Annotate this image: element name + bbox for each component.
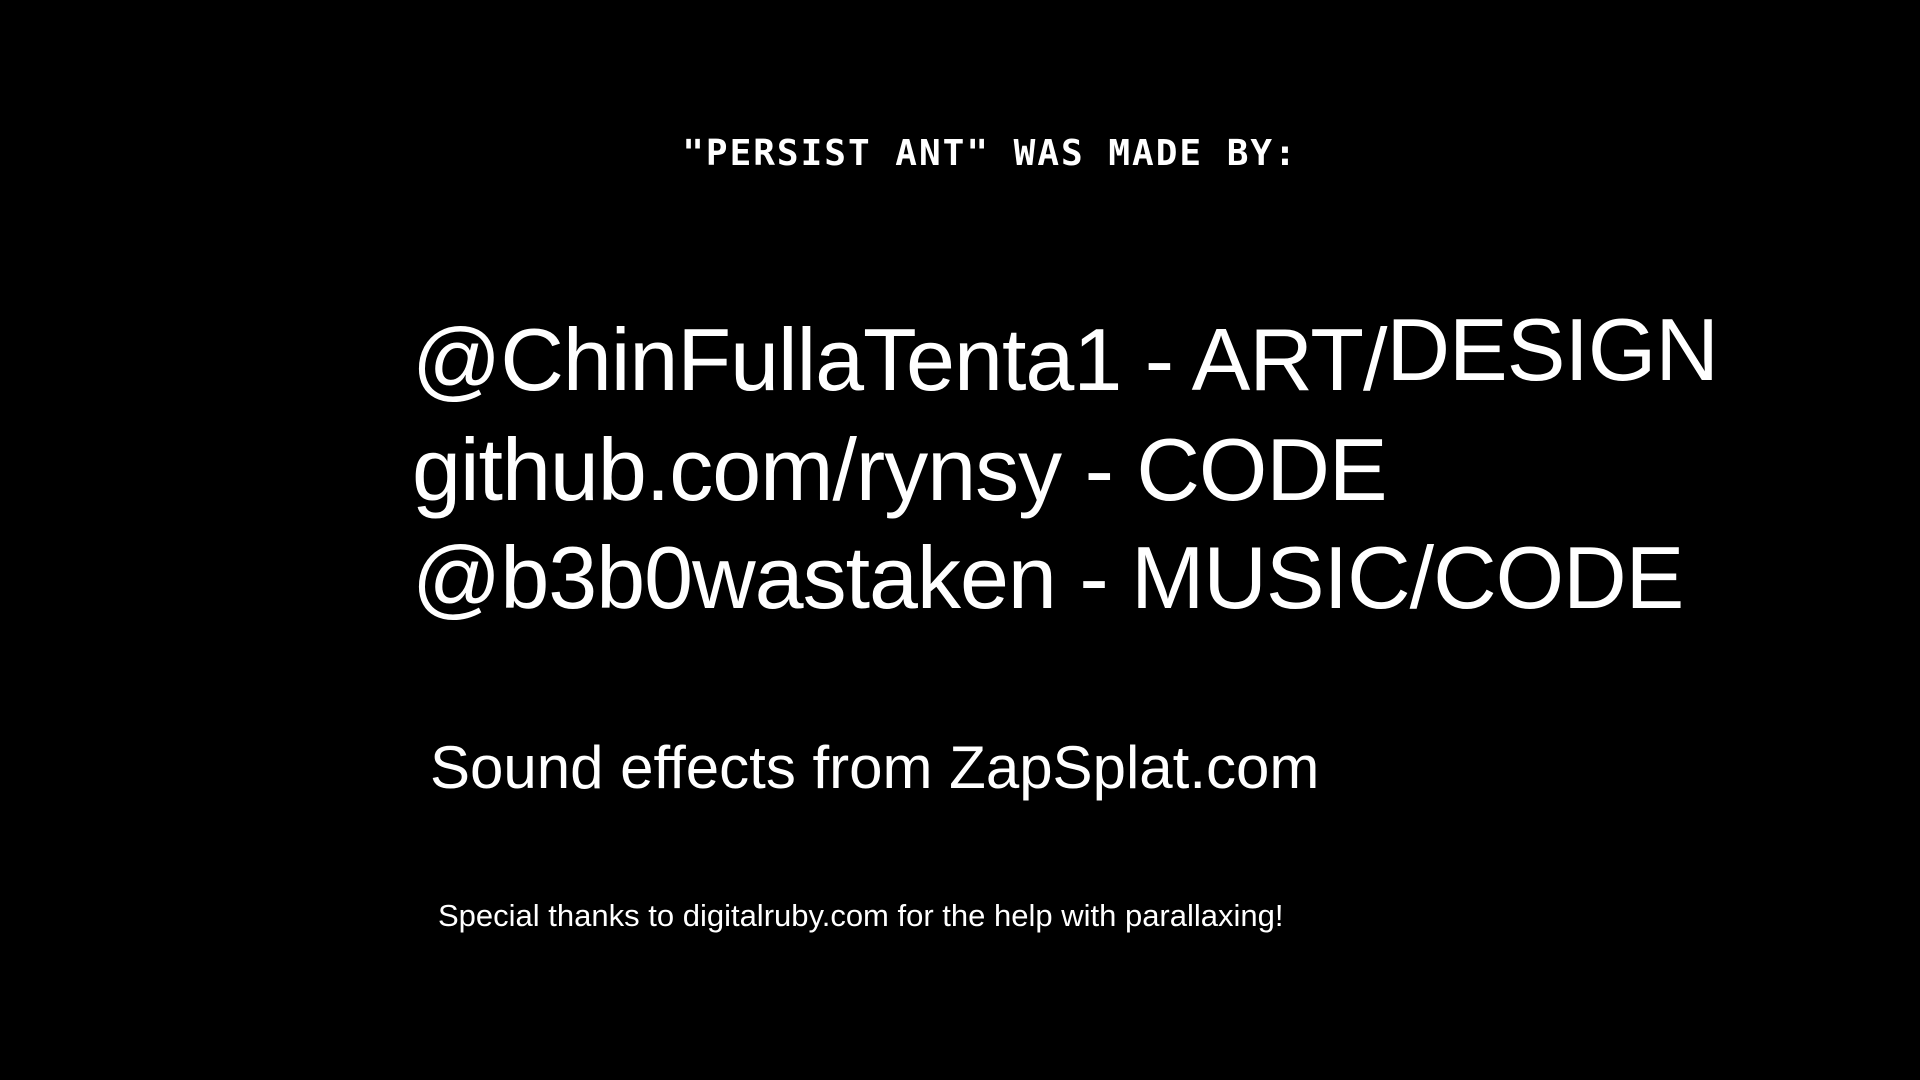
credit-line-music-code: @b3b0wastaken - MUSIC/CODE <box>412 526 1684 630</box>
credit-separator: - <box>1055 528 1132 627</box>
credit-separator: - <box>1061 420 1137 519</box>
credit-role-raised: DESIGN <box>1386 300 1719 399</box>
credit-role: MUSIC/CODE <box>1131 528 1684 627</box>
credits-screen: "PERSIST ANT" WAS MADE BY: @ChinFullaTen… <box>0 0 1920 1080</box>
sound-effects-credit: Sound effects from ZapSplat.com <box>430 734 1320 801</box>
credit-separator: - <box>1121 310 1192 409</box>
credits-header: "PERSIST ANT" WAS MADE BY: <box>682 133 1298 174</box>
special-thanks: Special thanks to digitalruby.com for th… <box>438 898 1284 933</box>
credit-role: ART/ <box>1191 310 1388 409</box>
credit-handle: @b3b0wastaken <box>412 528 1057 627</box>
credit-line-code: github.com/rynsy - CODE <box>412 418 1388 522</box>
credit-role: CODE <box>1136 420 1387 519</box>
credit-handle: github.com/rynsy <box>412 420 1062 519</box>
credit-handle: @ChinFullaTenta1 <box>412 310 1122 409</box>
credit-line-art-design: @ChinFullaTenta1 - ART/DESIGN <box>412 300 1719 412</box>
